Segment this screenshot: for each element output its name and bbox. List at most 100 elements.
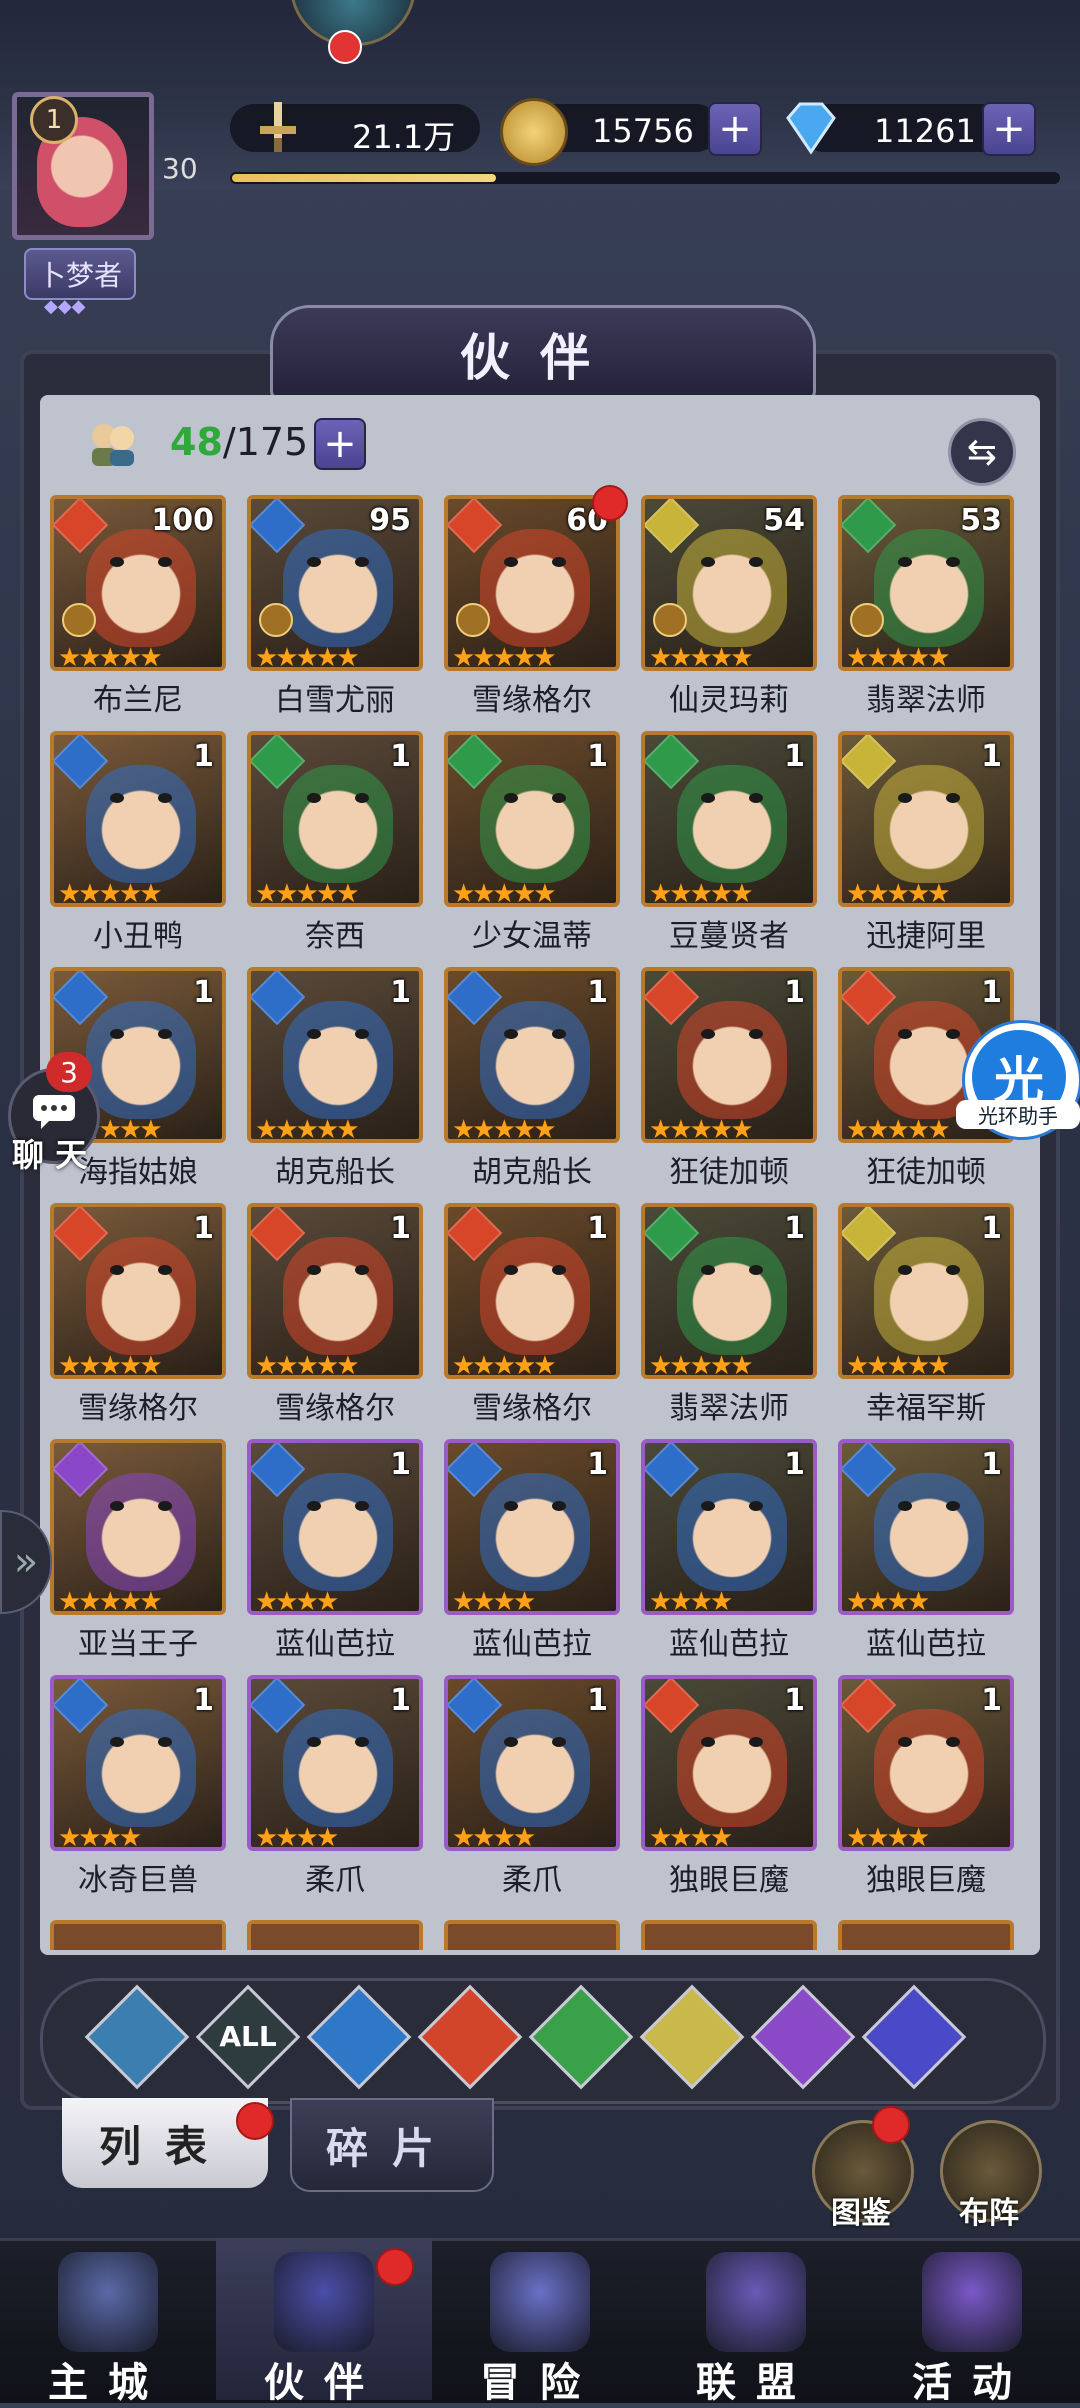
partner-card-partial[interactable]: [838, 1920, 1014, 1950]
chat-label: 聊 天: [12, 1136, 88, 1174]
partner-card[interactable]: 1 ★★★★★ 胡克船长: [247, 967, 427, 1195]
crown-icon: [653, 603, 687, 637]
partner-card[interactable]: 1 ★★★★★ 雪缘格尔: [247, 1203, 427, 1431]
partner-card[interactable]: 1 ★★★★ 蓝仙芭拉: [247, 1439, 427, 1667]
crown-icon: [62, 603, 96, 637]
partner-name: 胡克船长: [472, 1155, 592, 1190]
partner-name: 蓝仙芭拉: [275, 1627, 395, 1662]
partner-card[interactable]: 1 ★★★★★ 翡翠法师: [641, 1203, 821, 1431]
nav-item[interactable]: 活动: [864, 2238, 1080, 2406]
partner-portrait: 1 ★★★★: [444, 1675, 620, 1851]
partner-card[interactable]: 54 ★★★★★ 仙灵玛莉: [641, 495, 821, 723]
nav-item[interactable]: 伙伴: [216, 2238, 432, 2406]
tab-fragments[interactable]: 碎片: [290, 2098, 494, 2192]
partner-face: [677, 529, 787, 647]
partner-name: 蓝仙芭拉: [472, 1627, 592, 1662]
nav-item[interactable]: 联盟: [648, 2238, 864, 2406]
partner-eye: [307, 1737, 321, 1747]
partner-card[interactable]: 1 ★★★★ 蓝仙芭拉: [444, 1439, 624, 1667]
partner-face: [283, 1001, 393, 1119]
partner-eye: [110, 557, 124, 567]
partner-card[interactable]: 1 ★★★★★ 幸福罕斯: [838, 1203, 1018, 1431]
partner-name: 白雪尤丽: [275, 683, 395, 718]
partner-level: 1: [981, 975, 1002, 1010]
nav-item[interactable]: 主城: [0, 2238, 216, 2406]
partner-level: 1: [784, 739, 805, 774]
partner-name: 豆蔓贤者: [669, 919, 789, 954]
partner-card[interactable]: 1 ★★★★★ 雪缘格尔: [444, 1203, 624, 1431]
partner-card-partial[interactable]: [641, 1920, 817, 1950]
partner-name: 雪缘格尔: [472, 1391, 592, 1426]
partner-eye: [749, 1029, 763, 1039]
partner-portrait: 1 ★★★★: [50, 1675, 226, 1851]
gold-value: 15756: [592, 112, 694, 150]
nav-item[interactable]: 冒险: [432, 2238, 648, 2406]
codex-dot: [872, 2106, 910, 2144]
partner-card[interactable]: 1 ★★★★★ 狂徒加顿: [641, 967, 821, 1195]
sort-toggle-button[interactable]: ⇆: [948, 418, 1016, 486]
partner-card[interactable]: 53 ★★★★★ 翡翠法师: [838, 495, 1018, 723]
partner-eye: [307, 557, 321, 567]
partner-eye: [307, 1029, 321, 1039]
partner-name: 雪缘格尔: [472, 683, 592, 718]
player-level-badge: 1: [30, 96, 78, 144]
partner-eye: [898, 793, 912, 803]
partner-face: [86, 1001, 196, 1119]
partner-card[interactable]: 1 ★★★★ 冰奇巨兽: [50, 1675, 230, 1903]
partner-level: 1: [784, 1683, 805, 1718]
partner-eye: [110, 1501, 124, 1511]
partner-name: 翡翠法师: [669, 1391, 789, 1426]
partner-card[interactable]: 100 ★★★★★ 布兰尼: [50, 495, 230, 723]
partner-eye: [307, 1265, 321, 1275]
partner-portrait: 1 ★★★★: [641, 1675, 817, 1851]
partner-eye: [504, 1737, 518, 1747]
add-diamond-button[interactable]: +: [982, 102, 1036, 156]
partner-card[interactable]: 1 ★★★★★ 少女温蒂: [444, 731, 624, 959]
partner-card[interactable]: 1 ★★★★ 独眼巨魔: [838, 1675, 1018, 1903]
partner-card[interactable]: 1 ★★★★★ 小丑鸭: [50, 731, 230, 959]
partner-eye: [749, 1501, 763, 1511]
partner-eye: [355, 557, 369, 567]
partner-level: 1: [981, 739, 1002, 774]
codex-label: 图鉴: [831, 2196, 891, 2231]
partner-eye: [946, 1265, 960, 1275]
partner-card-partial[interactable]: [50, 1920, 226, 1950]
add-gold-button[interactable]: +: [708, 102, 762, 156]
partner-card[interactable]: 60 ★★★★★ 雪缘格尔: [444, 485, 628, 723]
player-title[interactable]: 卜梦者: [24, 248, 136, 300]
partner-card[interactable]: 1 ★★★★ 蓝仙芭拉: [641, 1439, 821, 1667]
partner-eye: [355, 793, 369, 803]
partner-level: 1: [587, 1211, 608, 1246]
partner-eye: [158, 1737, 172, 1747]
partner-card[interactable]: 1 ★★★★★ 胡克船长: [444, 967, 624, 1195]
partner-card[interactable]: 1 ★★★★ 独眼巨魔: [641, 1675, 821, 1903]
partner-card[interactable]: 1 ★★★★★ 奈西: [247, 731, 427, 959]
partner-card-partial[interactable]: [247, 1920, 423, 1950]
partner-eye: [504, 1501, 518, 1511]
formation-label: 布阵: [959, 2196, 1019, 2231]
partner-eye: [946, 793, 960, 803]
partner-level: 1: [390, 1447, 411, 1482]
expand-capacity-button[interactable]: +: [314, 418, 366, 470]
partner-eye: [552, 1029, 566, 1039]
partner-card[interactable]: 1 ★★★★★ 雪缘格尔: [50, 1203, 230, 1431]
partner-level: 1: [193, 739, 214, 774]
partner-card[interactable]: 1 ★★★★ 柔爪: [444, 1675, 624, 1903]
partner-card-partial[interactable]: [444, 1920, 620, 1950]
partner-eye: [158, 1265, 172, 1275]
partner-face: [480, 529, 590, 647]
star-rating: ★★★★: [846, 1587, 930, 1615]
partner-card[interactable]: ★★★★★ 亚当王子: [50, 1439, 230, 1667]
partner-card[interactable]: 1 ★★★★★ 豆蔓贤者: [641, 731, 821, 959]
partner-card[interactable]: 95 ★★★★★ 白雪尤丽: [247, 495, 427, 723]
crown-icon: [850, 603, 884, 637]
partner-face: [480, 1237, 590, 1355]
partner-card[interactable]: 1 ★★★★ 柔爪: [247, 1675, 427, 1903]
partner-eye: [701, 557, 715, 567]
partner-count: 48/175: [170, 420, 308, 464]
wizard-hat-icon: [274, 2252, 374, 2352]
partner-eye: [355, 1737, 369, 1747]
partner-name: 蓝仙芭拉: [866, 1627, 986, 1662]
partner-card[interactable]: 1 ★★★★ 蓝仙芭拉: [838, 1439, 1018, 1667]
partner-card[interactable]: 1 ★★★★★ 迅捷阿里: [838, 731, 1018, 959]
